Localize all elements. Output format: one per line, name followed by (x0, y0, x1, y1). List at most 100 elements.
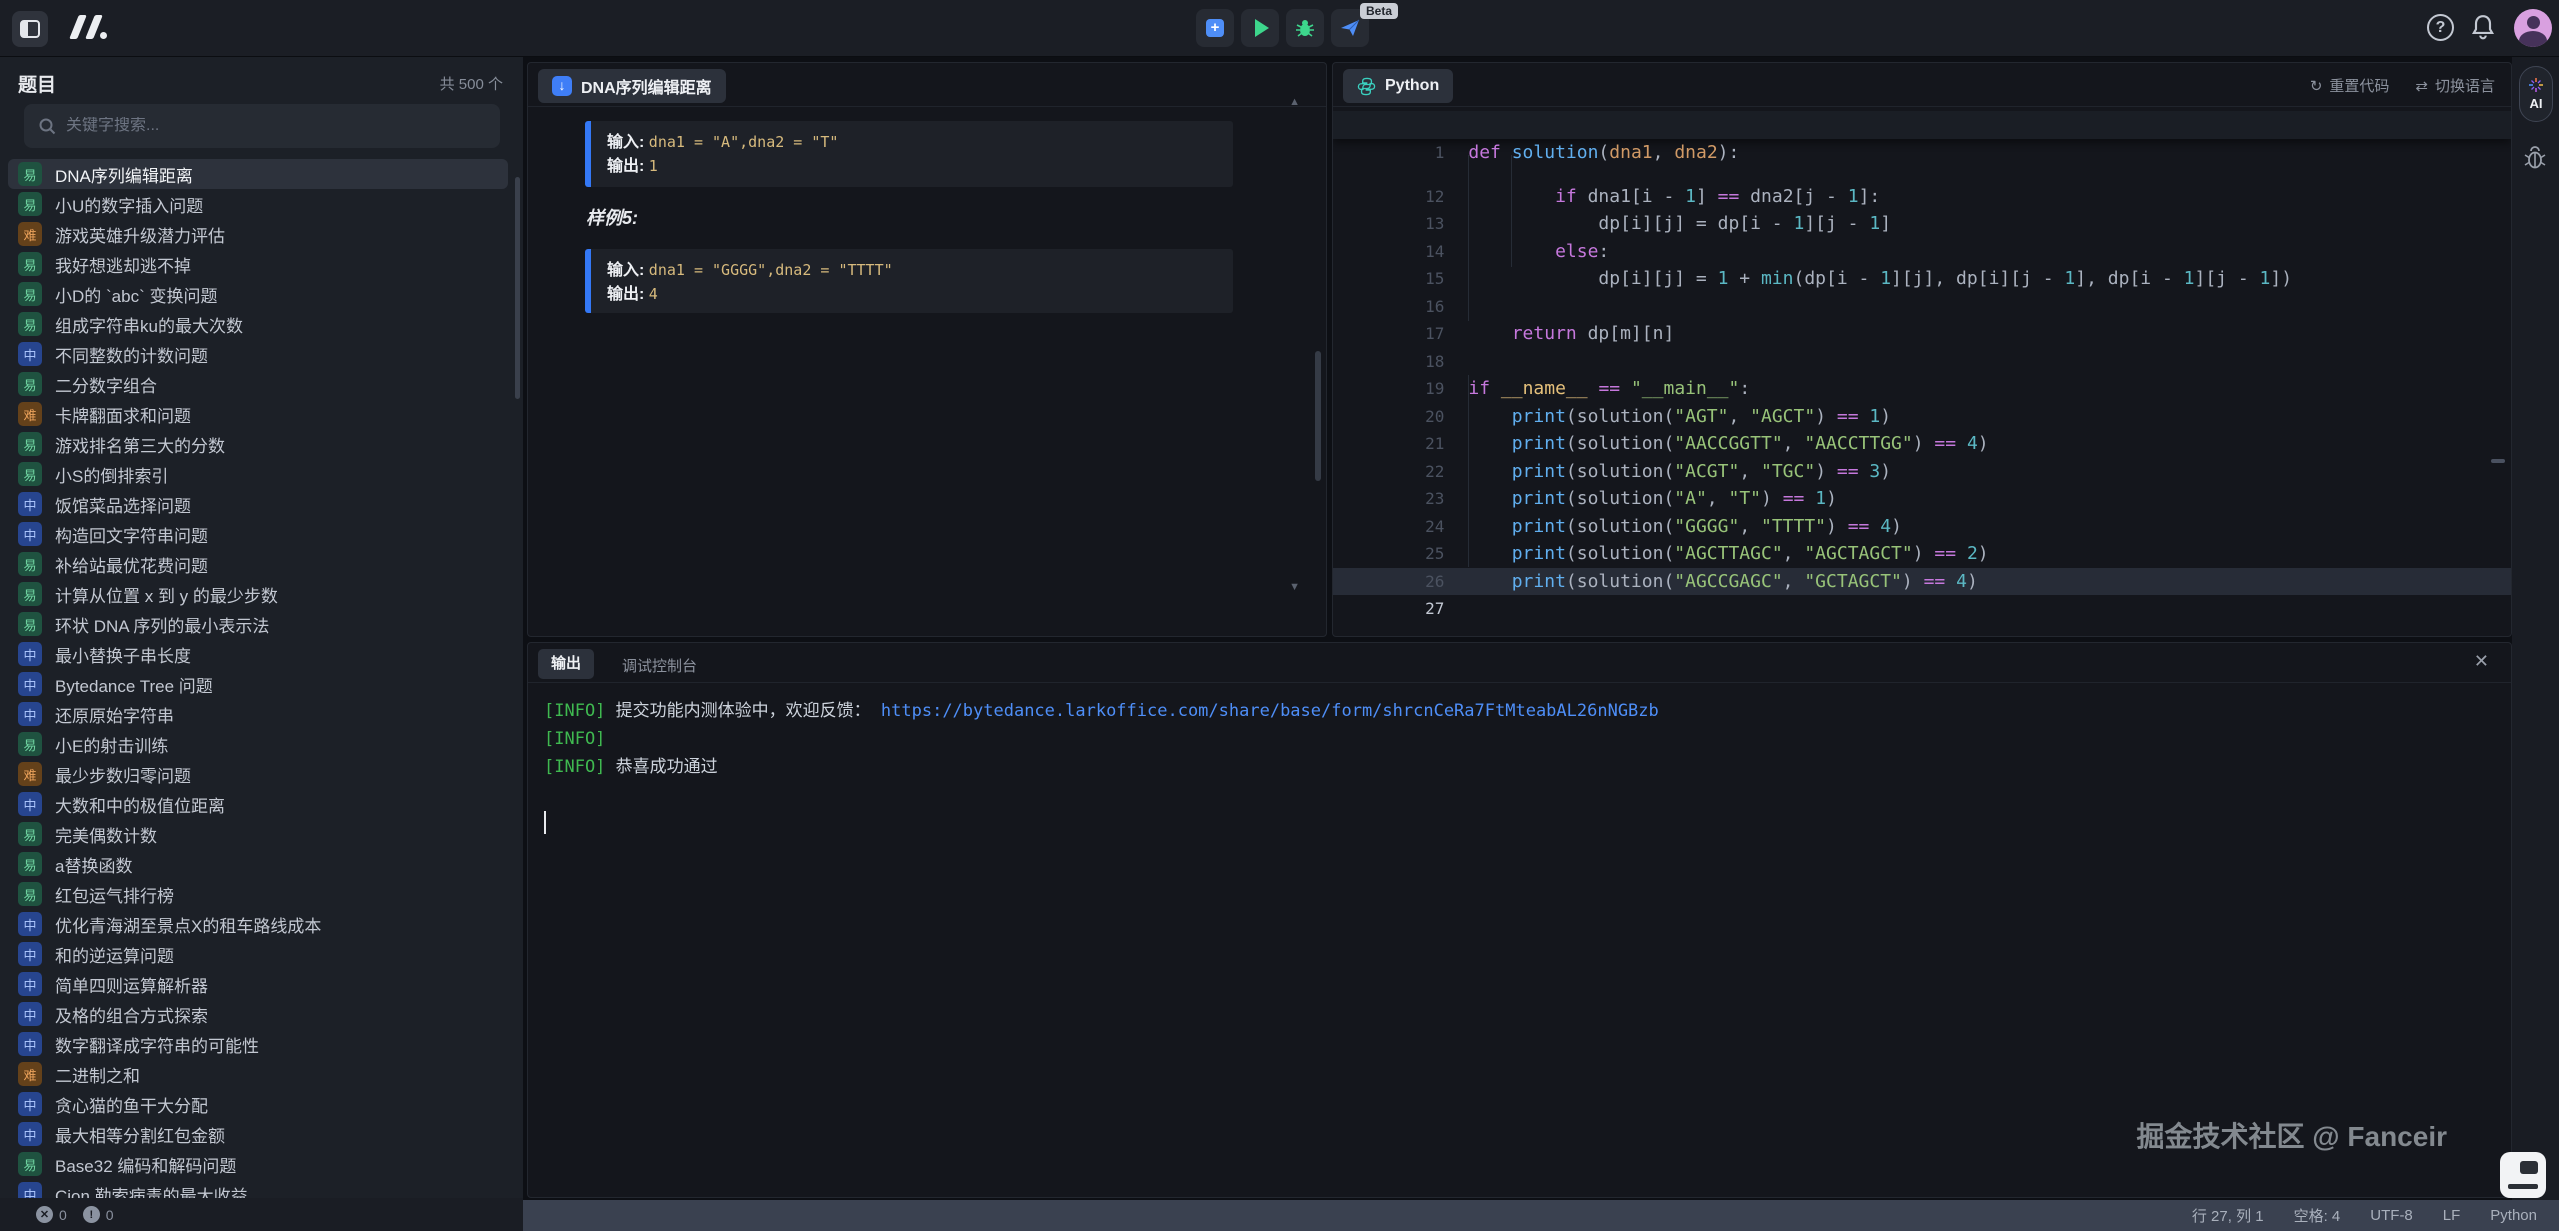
floating-window-button[interactable] (2500, 1152, 2546, 1198)
app-logo[interactable] (66, 15, 112, 43)
code-line[interactable]: 1def solution(dna1, dna2): (1333, 111, 2511, 139)
problem-list-item[interactable]: 中 最小替换子串长度 (8, 639, 508, 669)
console-output[interactable]: [INFO] 提交功能内测体验中，欢迎反馈： https://bytedance… (544, 697, 2495, 1157)
status-item-1[interactable]: 空格: 4 (2294, 1205, 2341, 1226)
sidebar-toggle-button[interactable] (12, 11, 48, 47)
problem-list-item[interactable]: 易 组成字符串ku的最大次数 (8, 309, 508, 339)
beta-badge: Beta (1360, 3, 1398, 19)
code-text: return dp[m][n] (1444, 323, 1674, 344)
reset-code-button[interactable]: ↻ 重置代码 (2310, 75, 2390, 96)
problem-list-item[interactable]: 易 我好想逃却逃不掉 (8, 249, 508, 279)
sticky-code-line: 1def solution(dna1, dna2): (1333, 111, 2511, 139)
switch-language-button[interactable]: ⇄ 切换语言 (2415, 75, 2495, 96)
problem-title: 不同整数的计数问题 (55, 342, 208, 367)
problem-list-item[interactable]: 易 二分数字组合 (8, 369, 508, 399)
difficulty-badge: 易 (18, 282, 42, 306)
run-button[interactable] (1241, 9, 1279, 47)
console-link[interactable]: https://bytedance.larkoffice.com/share/b… (881, 701, 1659, 721)
input-code: dna1 = "A",dna2 = "T" (649, 133, 839, 151)
ai-assistant-button[interactable]: AI (2519, 66, 2553, 122)
new-snippet-button[interactable]: + (1196, 9, 1234, 47)
problem-list-item[interactable]: 中 大数和中的极值位距离 (8, 789, 508, 819)
ai-label: AI (2530, 96, 2543, 111)
difficulty-badge: 难 (18, 222, 42, 246)
problem-list-item[interactable]: 易 Base32 编码和解码问题 (8, 1149, 508, 1179)
bug-report-button[interactable] (2523, 145, 2547, 171)
problem-list-item[interactable]: 中 最大相等分割红包金额 (8, 1119, 508, 1149)
status-item-2[interactable]: UTF-8 (2370, 1207, 2413, 1224)
debug-button[interactable] (1286, 9, 1324, 47)
editor-panel: Python ↻ 重置代码 ⇄ 切换语言 11 for j in range(1… (1332, 62, 2512, 637)
search-box[interactable] (24, 104, 500, 148)
switch-language-label: 切换语言 (2435, 75, 2495, 96)
problem-list-item[interactable]: 中 Cion 勒索病毒的最大收益 (8, 1179, 508, 1198)
tab-debug-console[interactable]: 调试控制台 (622, 655, 697, 676)
problem-list-item[interactable]: 易 补给站最优花费问题 (8, 549, 508, 579)
problem-list-item[interactable]: 难 二进制之和 (8, 1059, 508, 1089)
problem-list-item[interactable]: 易 游戏排名第三大的分数 (8, 429, 508, 459)
status-item-0[interactable]: 行 27, 列 1 (2192, 1205, 2264, 1226)
output-value: 4 (649, 285, 658, 303)
status-item-4[interactable]: Python (2490, 1207, 2537, 1224)
warnings-icon: ! (83, 1206, 100, 1223)
bug-outline-icon (2523, 145, 2547, 171)
line-number: 13 (1376, 210, 1444, 238)
problem-title: a替换函数 (55, 852, 132, 877)
code-editor[interactable]: 11 for j in range(1, n + 1): 12 if dna1[… (1333, 111, 2511, 636)
scroll-down-icon[interactable]: ▼ (1289, 581, 1300, 593)
problem-list-item[interactable]: 中 不同整数的计数问题 (8, 339, 508, 369)
code-line[interactable]: 19if __name__ == "__main__": (1333, 348, 2511, 376)
language-tab[interactable]: Python (1343, 69, 1453, 103)
problem-list-item[interactable]: 易 小E的射击训练 (8, 729, 508, 759)
problem-list-item[interactable]: 中 简单四则运算解析器 (8, 969, 508, 999)
problem-list-item[interactable]: 易 a替换函数 (8, 849, 508, 879)
problem-list-item[interactable]: 易 环状 DNA 序列的最小表示法 (8, 609, 508, 639)
problem-list-item[interactable]: 中 构造回文字符串问题 (8, 519, 508, 549)
tab-output[interactable]: 输出 (538, 649, 594, 679)
log-text: 提交功能内测体验中，欢迎反馈： (605, 701, 870, 721)
difficulty-badge: 中 (18, 942, 42, 966)
editor-scrollbar[interactable] (2491, 459, 2505, 463)
problem-list-item[interactable]: 难 最少步数归零问题 (8, 759, 508, 789)
problem-title: DNA序列编辑距离 (55, 162, 193, 187)
log-level: [INFO] (544, 757, 605, 777)
problem-list-item[interactable]: 难 游戏英雄升级潜力评估 (8, 219, 508, 249)
problem-scrollbar[interactable] (1315, 351, 1321, 481)
problem-list-item[interactable]: 难 卡牌翻面求和问题 (8, 399, 508, 429)
problem-list-item[interactable]: 中 还原原始字符串 (8, 699, 508, 729)
status-item-3[interactable]: LF (2443, 1207, 2461, 1224)
difficulty-badge: 难 (18, 1062, 42, 1086)
problem-tab[interactable]: ↓ DNA序列编辑距离 (538, 69, 726, 103)
problem-list-item[interactable]: 易 红包运气排行榜 (8, 879, 508, 909)
code-text: print(solution("A", "T") == 1) (1444, 488, 1837, 509)
language-tab-label: Python (1385, 77, 1439, 95)
sample-heading: 样例5: (586, 204, 638, 230)
problem-list-item[interactable]: 易 完美偶数计数 (8, 819, 508, 849)
notifications-button[interactable] (2470, 13, 2496, 41)
search-input[interactable] (66, 117, 466, 135)
avatar[interactable] (2514, 9, 2552, 47)
problem-list-item[interactable]: 易 计算从位置 x 到 y 的最少步数 (8, 579, 508, 609)
problem-list-item[interactable]: 易 小S的倒排索引 (8, 459, 508, 489)
code-text (1444, 296, 1468, 317)
problem-list-item[interactable]: 易 小D的 `abc` 变换问题 (8, 279, 508, 309)
close-icon[interactable]: ✕ (2474, 651, 2489, 672)
problem-list-item[interactable]: 中 和的逆运算问题 (8, 939, 508, 969)
problem-list-item[interactable]: 中 及格的组合方式探索 (8, 999, 508, 1029)
line-number: 12 (1376, 183, 1444, 211)
problem-list-item[interactable]: 中 优化青海湖至景点X的租车路线成本 (8, 909, 508, 939)
problem-title: 最小替换子串长度 (55, 642, 191, 667)
problem-list-item[interactable]: 易 小U的数字插入问题 (8, 189, 508, 219)
scroll-up-icon[interactable]: ▲ (1289, 96, 1300, 108)
sidebar-scrollbar[interactable] (515, 177, 520, 399)
help-button[interactable]: ? (2427, 14, 2454, 41)
problem-list-item[interactable]: 易 DNA序列编辑距离 (8, 159, 508, 189)
problem-title: 及格的组合方式探索 (55, 1002, 208, 1027)
output-label: 输出: (607, 286, 644, 303)
problem-list-item[interactable]: 中 数字翻译成字符串的可能性 (8, 1029, 508, 1059)
problem-list-item[interactable]: 中 Bytedance Tree 问题 (8, 669, 508, 699)
problem-list-item[interactable]: 中 饭馆菜品选择问题 (8, 489, 508, 519)
problem-count: 共 500 个 (440, 73, 503, 94)
code-line[interactable]: 17 return dp[m][n] (1333, 293, 2511, 321)
problem-list-item[interactable]: 中 贪心猫的鱼干大分配 (8, 1089, 508, 1119)
